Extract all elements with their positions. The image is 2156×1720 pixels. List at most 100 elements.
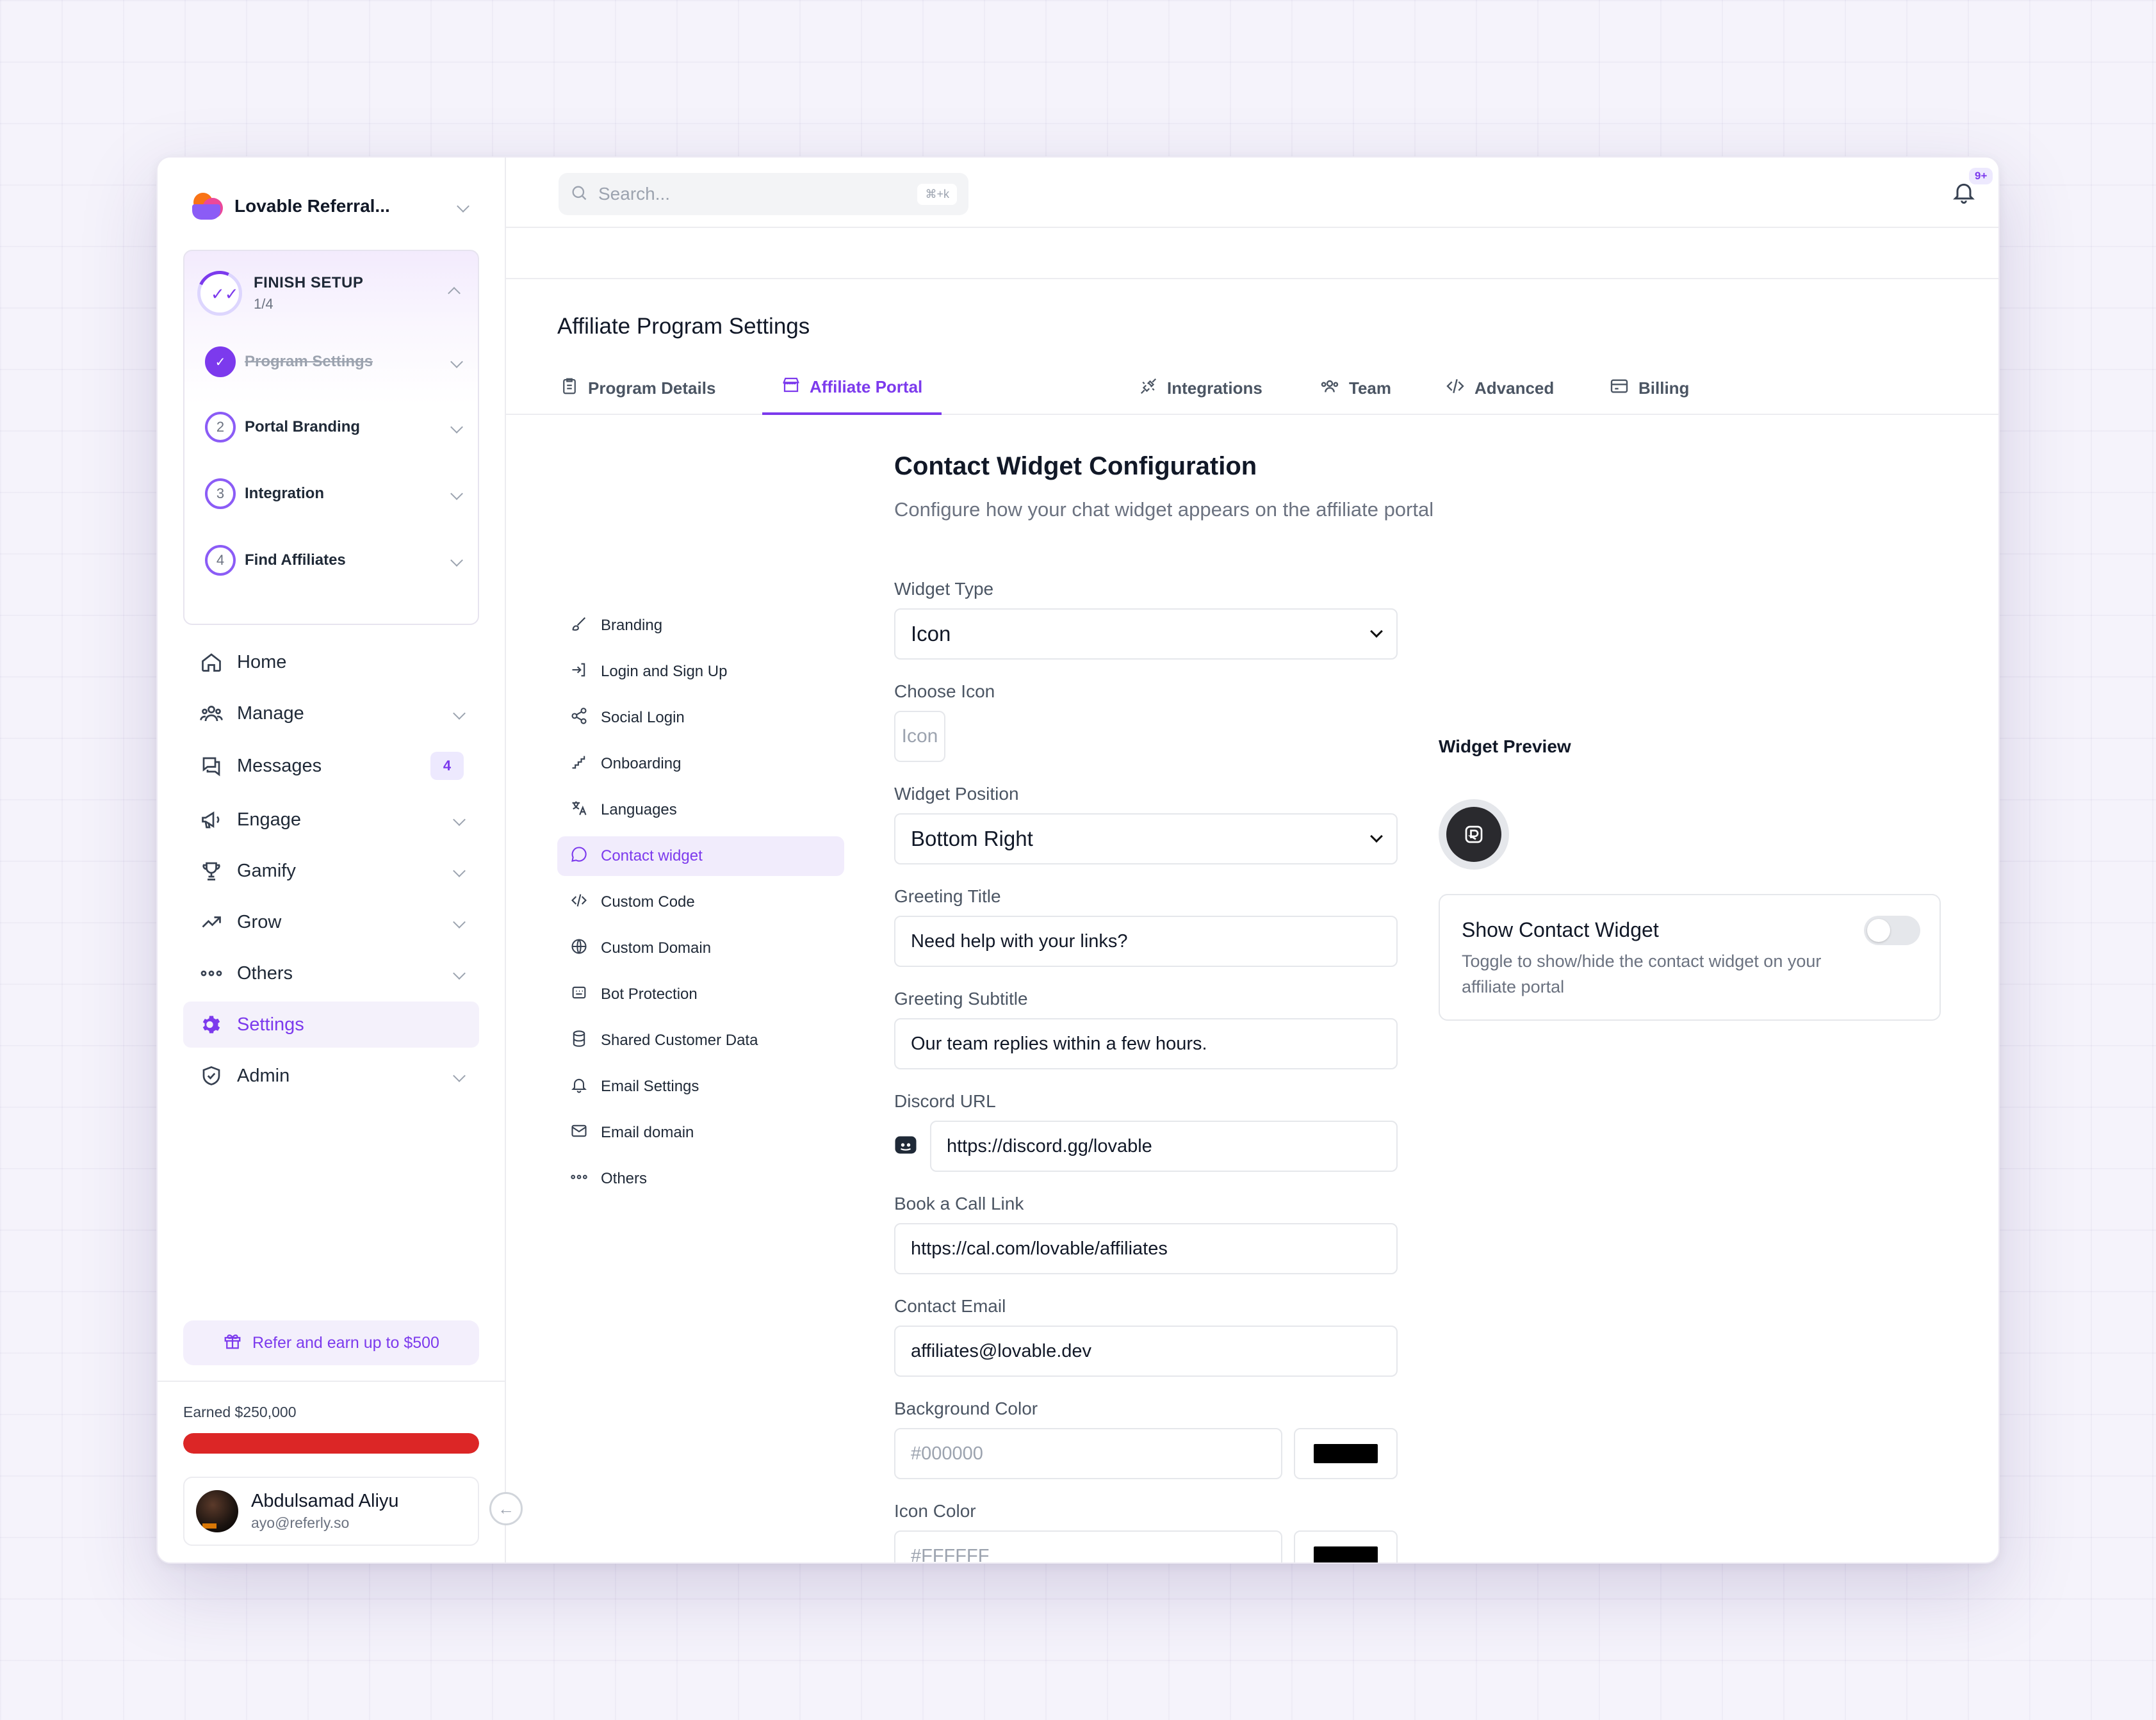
finish-setup-header[interactable]: ✓✓ FINISH SETUP 1/4 [197,269,466,318]
choose-icon-button[interactable]: Icon [894,711,945,762]
user-profile[interactable]: Abdulsamad Aliyu ayo@referly.so [183,1477,479,1546]
translate-icon [570,799,588,822]
subnav-others[interactable]: Others [557,1159,844,1199]
finish-setup-panel: ✓✓ FINISH SETUP 1/4 ✓ Program Settings 2… [183,250,479,625]
subnav-label: Bot Protection [601,986,698,1003]
subnav-custom-domain[interactable]: Custom Domain [557,929,844,968]
tab-billing[interactable]: Billing [1609,361,1689,415]
tab-affiliate-portal[interactable]: Affiliate Portal [762,361,942,415]
subnav-shared-customer-data[interactable]: Shared Customer Data [557,1021,844,1060]
brush-icon [570,615,588,637]
background-color-label: Background Color [894,1399,1038,1418]
section-description: Configure how your chat widget appears o… [894,498,1434,521]
icon-color-swatch[interactable] [1294,1530,1398,1562]
login-icon [570,661,588,683]
book-call-input[interactable]: https://cal.com/lovable/affiliates [894,1223,1398,1274]
subnav-login-and-sign-up[interactable]: Login and Sign Up [557,652,844,692]
search-input[interactable]: Search... ⌘+k [559,173,968,215]
widget-type-value: Icon [911,622,951,645]
tab-label: Billing [1638,378,1690,398]
nav-item-home[interactable]: Home [183,639,479,685]
earnings-progress-bar [183,1433,479,1454]
team-icon [1319,376,1340,401]
subnav-email-domain[interactable]: Email domain [557,1113,844,1153]
greeting-title-input[interactable]: Need help with your links? [894,916,1398,967]
tab-integrations[interactable]: Integrations [1139,361,1262,415]
background-color-swatch[interactable] [1294,1428,1398,1479]
nav-item-grow[interactable]: Grow [183,899,479,945]
setup-step-integration[interactable]: 3 Integration [205,478,463,510]
arrow-left-icon: ← [498,1498,514,1518]
setup-title: FINISH SETUP [254,274,364,291]
search-icon [570,184,588,205]
subnav-label: Languages [601,801,677,818]
icon-color-input[interactable]: #FFFFFF [894,1530,1282,1562]
subnav-label: Email domain [601,1124,694,1141]
setup-step-program-settings[interactable]: ✓ Program Settings [205,346,463,378]
workspace-name: Lovable Referral... [234,196,390,216]
gear-icon [199,1012,224,1037]
workspace-logo [192,190,224,222]
messages-count-badge: 4 [430,752,464,780]
nav-label: Gamify [237,860,296,881]
background-color-input[interactable]: #000000 [894,1428,1282,1479]
setup-step-portal-branding[interactable]: 2 Portal Branding [205,411,463,443]
subnav-languages[interactable]: Languages [557,790,844,830]
double-check-icon: ✓✓ [211,284,239,304]
divider [158,1381,506,1382]
subnav-bot-protection[interactable]: Bot Protection [557,975,844,1014]
section-title: Contact Widget Configuration [894,452,1257,480]
contact-email-label: Contact Email [894,1296,1006,1316]
subnav-onboarding[interactable]: Onboarding [557,744,844,784]
subnav-custom-code[interactable]: Custom Code [557,882,844,922]
widget-logo-icon [1446,807,1501,862]
collapse-sidebar-button[interactable]: ← [489,1492,523,1525]
tab-advanced[interactable]: Advanced [1445,361,1554,415]
workspace-switcher[interactable]: Lovable Referral... [192,187,470,225]
background-color-placeholder: #000000 [911,1443,983,1464]
widget-type-select[interactable]: Icon [894,608,1398,660]
check-icon: ✓ [205,346,236,377]
show-widget-toggle[interactable] [1864,916,1920,945]
nav-item-admin[interactable]: Admin [183,1053,479,1099]
setup-step-find-affiliates[interactable]: 4 Find Affiliates [205,544,463,576]
subnav-branding[interactable]: Branding [557,606,844,645]
subnav-label: Shared Customer Data [601,1032,758,1049]
chevron-down-icon [450,487,463,500]
widget-position-select[interactable]: Bottom Right [894,813,1398,864]
tab-team[interactable]: Team [1319,361,1391,415]
more-dots-icon [199,961,224,986]
setup-progress: 1/4 [254,296,274,312]
share-icon [570,707,588,729]
refer-and-earn-button[interactable]: Refer and earn up to $500 [183,1320,479,1365]
nav-item-gamify[interactable]: Gamify [183,848,479,894]
nav-item-manage[interactable]: Manage [183,690,479,736]
code-icon [570,891,588,914]
discord-url-input[interactable]: https://discord.gg/lovable [930,1121,1398,1172]
chevron-down-icon [1370,625,1383,638]
discord-icon [894,1133,917,1160]
tab-program-details[interactable]: Program Details [560,361,715,415]
subnav-contact-widget[interactable]: Contact widget [557,836,844,876]
subnav-social-login[interactable]: Social Login [557,698,844,738]
greeting-subtitle-input[interactable]: Our team replies within a few hours. [894,1018,1398,1069]
nav-item-others[interactable]: Others [183,950,479,996]
messages-icon [199,753,224,779]
globe-icon [570,937,588,960]
home-icon [199,649,224,675]
nav-label: Home [237,651,287,672]
nav-item-settings[interactable]: Settings [183,1002,479,1048]
nav-label: Grow [237,911,282,932]
subnav-email-settings[interactable]: Email Settings [557,1067,844,1107]
nav-item-engage[interactable]: Engage [183,797,479,843]
nav-item-messages[interactable]: Messages 4 [183,743,479,789]
contact-email-input[interactable]: affiliates@lovable.dev [894,1326,1398,1377]
search-placeholder: Search... [598,184,671,204]
choose-icon-label: Choose Icon [894,681,995,701]
show-contact-widget-card: Show Contact Widget Toggle to show/hide … [1439,894,1941,1021]
widget-type-label: Widget Type [894,579,994,599]
subnav-label: Onboarding [601,755,682,772]
setup-step-label: Portal Branding [245,418,361,435]
widget-preview-button[interactable] [1439,799,1509,870]
credit-card-icon [1609,376,1629,401]
